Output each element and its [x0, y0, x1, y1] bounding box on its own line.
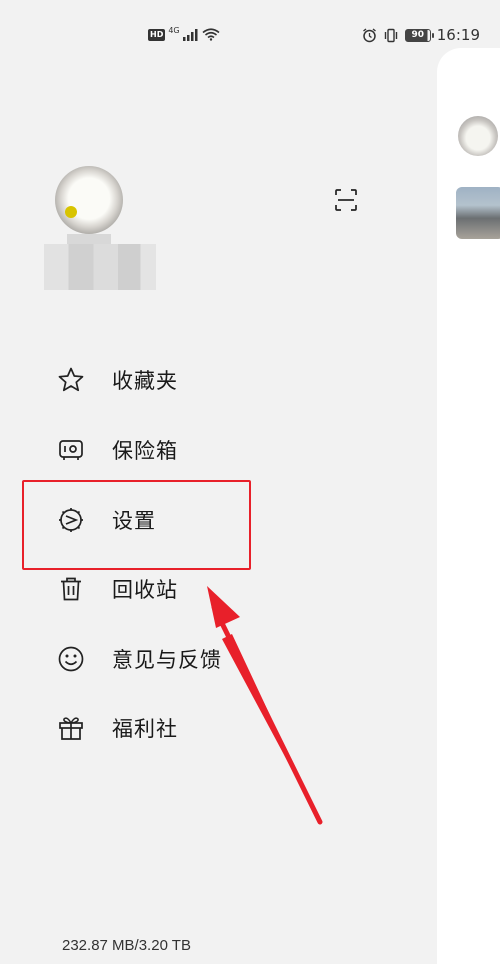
gift-icon	[56, 713, 86, 743]
menu-item-welfare[interactable]: 福利社	[56, 708, 178, 748]
menu-label-feedback: 意见与反馈	[112, 648, 222, 672]
toy-ball	[65, 206, 77, 218]
peek-avatar	[458, 116, 498, 156]
signal-icon	[182, 28, 198, 41]
signal-indicators: HD 4G	[148, 26, 220, 41]
highlight-box	[22, 480, 251, 570]
menu-label-favorites: 收藏夹	[112, 369, 178, 393]
scan-button[interactable]	[334, 188, 358, 212]
peek-thumbnail	[456, 187, 500, 239]
hd-badge: HD	[148, 28, 166, 41]
menu-item-favorites[interactable]: 收藏夹	[56, 360, 178, 400]
battery-indicator: 90	[404, 28, 434, 42]
menu-item-safe[interactable]: 保险箱	[56, 430, 178, 470]
menu-label-recycle-bin: 回收站	[112, 578, 178, 602]
wifi-icon	[202, 28, 220, 41]
menu-item-feedback[interactable]: 意见与反馈	[56, 639, 222, 679]
network-type: 4G	[168, 26, 180, 35]
storage-usage: 232.87 MB/3.20 TB	[62, 937, 191, 954]
alarm-icon	[362, 27, 376, 42]
status-bar: HD 4G 90 16:19	[0, 0, 500, 72]
smiley-icon	[56, 644, 86, 674]
status-right: 90 16:19	[362, 26, 480, 44]
trash-icon	[56, 574, 86, 604]
content-panel-peek[interactable]	[437, 48, 500, 964]
menu-label-safe: 保险箱	[112, 439, 178, 463]
clock: 16:19	[436, 26, 480, 44]
account-info-blurred	[44, 244, 156, 290]
avatar[interactable]	[55, 166, 123, 234]
vibrate-icon	[384, 28, 397, 42]
username-blurred	[67, 234, 111, 244]
menu-item-recycle-bin[interactable]: 回收站	[56, 569, 178, 609]
star-icon	[56, 365, 86, 395]
menu-label-welfare: 福利社	[112, 717, 178, 741]
safe-icon	[56, 435, 86, 465]
